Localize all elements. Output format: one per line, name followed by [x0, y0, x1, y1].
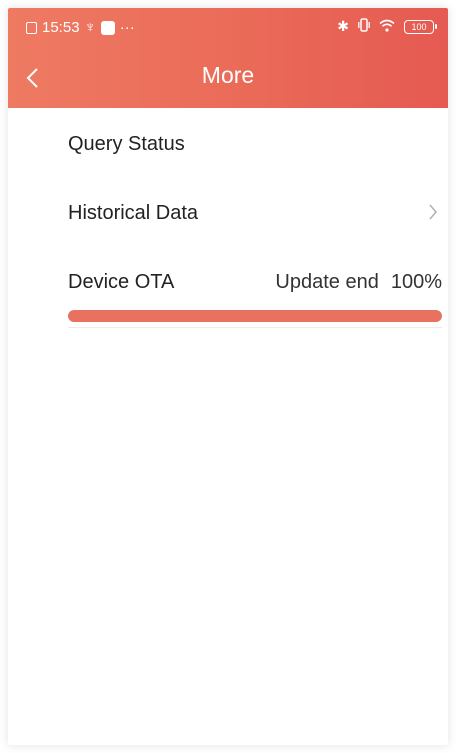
app-header: 15:53 ♆ ··· ✱ 100 More	[8, 8, 448, 108]
battery-icon: 100	[404, 19, 437, 34]
menu-item-label: Query Status	[68, 133, 185, 155]
more-notifications-icon: ···	[119, 19, 135, 36]
nav-bar: More	[8, 52, 448, 100]
sim-icon	[26, 21, 37, 34]
vibrate-icon	[358, 18, 370, 35]
ota-status-text: Update end	[275, 271, 379, 293]
usb-icon: ♆	[84, 19, 96, 36]
menu-item-query-status[interactable]: Query Status	[68, 108, 442, 177]
page-title: More	[201, 62, 255, 88]
divider	[68, 327, 442, 328]
status-bar: 15:53 ♆ ··· ✱ 100	[8, 8, 448, 44]
wifi-icon	[379, 19, 395, 35]
chevron-right-icon	[429, 204, 437, 220]
device-ota-row[interactable]: Device OTA Update end 100%	[68, 246, 442, 328]
menu-item-label: Historical Data	[68, 202, 199, 224]
ota-label: Device OTA	[68, 271, 175, 293]
menu-list: Query Status Historical Data Device OTA …	[68, 108, 442, 328]
status-right: ✱ 100	[337, 18, 437, 35]
ota-progress-fill	[68, 310, 442, 322]
status-left: 15:53 ♆ ···	[26, 19, 135, 36]
menu-item-historical-data[interactable]: Historical Data	[68, 177, 442, 246]
ota-percent: 100%	[390, 271, 442, 293]
ota-status: Update end 100%	[275, 271, 442, 294]
bluetooth-icon: ✱	[337, 18, 349, 34]
app-notification-icon	[100, 20, 115, 35]
status-time: 15:53	[42, 19, 80, 36]
ota-progress-bar	[68, 310, 442, 322]
phone-screen: 15:53 ♆ ··· ✱ 100 More Query Status Hist…	[8, 8, 448, 745]
